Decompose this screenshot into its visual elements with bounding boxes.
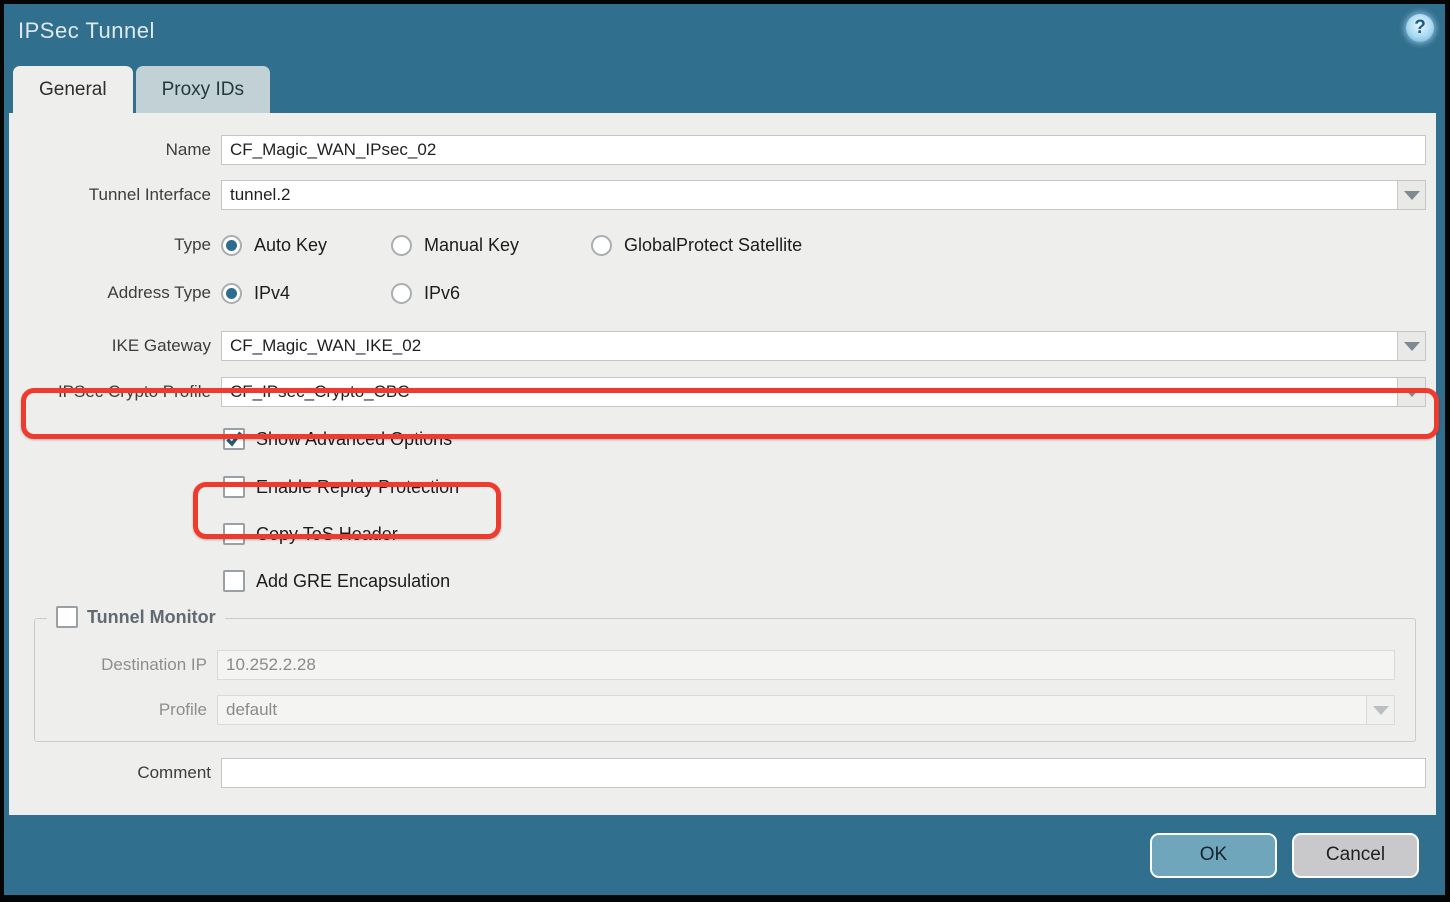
ipsec-crypto-profile-label: IPSec Crypto Profile xyxy=(9,382,211,402)
tunnel-monitor-label: Tunnel Monitor xyxy=(87,607,216,628)
name-row: Name xyxy=(9,135,1436,165)
add-gre-encapsulation-checkbox[interactable] xyxy=(223,570,245,592)
comment-row: Comment xyxy=(9,758,1436,788)
radio-auto-key[interactable]: Auto Key xyxy=(221,235,391,256)
show-advanced-options-checkbox[interactable] xyxy=(223,428,245,450)
checkbox-label: Add GRE Encapsulation xyxy=(256,571,450,592)
checkbox-label: Enable Replay Protection xyxy=(256,477,459,498)
radio-icon xyxy=(391,235,412,256)
chevron-down-icon xyxy=(1404,342,1420,351)
enable-replay-protection-checkbox[interactable] xyxy=(223,476,245,498)
tab-proxy-ids[interactable]: Proxy IDs xyxy=(136,66,270,113)
ike-gateway-dropdown-button[interactable] xyxy=(1397,331,1426,361)
type-label: Type xyxy=(9,235,211,255)
ike-gateway-input[interactable] xyxy=(221,331,1397,361)
profile-dropdown-button xyxy=(1366,695,1395,725)
radio-ipv6[interactable]: IPv6 xyxy=(391,283,460,304)
chevron-down-icon xyxy=(1404,191,1420,200)
radio-label: Manual Key xyxy=(424,235,519,256)
checkbox-label: Copy ToS Header xyxy=(256,524,398,545)
copy-tos-header-row[interactable]: Copy ToS Header xyxy=(9,522,1436,546)
dialog-footer: OK Cancel xyxy=(4,815,1445,895)
dialog-titlebar: IPSec Tunnel ? xyxy=(4,4,1445,66)
copy-tos-header-checkbox[interactable] xyxy=(223,523,245,545)
cancel-button[interactable]: Cancel xyxy=(1292,833,1419,878)
radio-icon xyxy=(591,235,612,256)
tunnel-interface-dropdown-button[interactable] xyxy=(1397,180,1426,210)
tunnel-interface-row: Tunnel Interface xyxy=(9,180,1436,210)
radio-label: GlobalProtect Satellite xyxy=(624,235,802,256)
address-type-radio-group: IPv4 IPv6 xyxy=(221,283,460,304)
ok-button[interactable]: OK xyxy=(1150,833,1277,878)
name-input[interactable] xyxy=(221,135,1426,165)
show-advanced-options-row[interactable]: Show Advanced Options xyxy=(9,427,1436,451)
address-type-label: Address Type xyxy=(9,283,211,303)
help-icon[interactable]: ? xyxy=(1406,14,1434,42)
general-tab-panel: Name Tunnel Interface Type xyxy=(9,113,1436,815)
ike-gateway-label: IKE Gateway xyxy=(9,336,211,356)
tunnel-interface-label: Tunnel Interface xyxy=(9,185,211,205)
ipsec-tunnel-dialog: IPSec Tunnel ? General Proxy IDs Name Tu… xyxy=(0,0,1450,902)
profile-label: Profile xyxy=(35,700,207,720)
radio-label: Auto Key xyxy=(254,235,327,256)
tunnel-monitor-fieldset: Tunnel Monitor Destination IP Profile xyxy=(34,618,1416,742)
radio-ipv4[interactable]: IPv4 xyxy=(221,283,391,304)
tunnel-monitor-checkbox[interactable] xyxy=(56,606,78,628)
profile-combo xyxy=(217,695,1395,725)
type-radio-group: Auto Key Manual Key GlobalProtect Satell… xyxy=(221,235,802,256)
radio-icon xyxy=(221,283,242,304)
ike-gateway-row: IKE Gateway xyxy=(9,331,1436,361)
comment-input[interactable] xyxy=(221,758,1426,788)
tunnel-interface-combo xyxy=(221,180,1426,210)
tunnel-monitor-legend[interactable]: Tunnel Monitor xyxy=(47,606,225,628)
ipsec-crypto-profile-input[interactable] xyxy=(221,377,1397,407)
chevron-down-icon xyxy=(1404,388,1420,397)
radio-icon xyxy=(221,235,242,256)
name-label: Name xyxy=(9,140,211,160)
tab-bar: General Proxy IDs xyxy=(13,66,270,113)
checkmark-icon xyxy=(225,430,243,448)
ipsec-crypto-profile-combo xyxy=(221,377,1426,407)
destination-ip-row: Destination IP xyxy=(35,650,1415,680)
radio-icon xyxy=(391,283,412,304)
tunnel-interface-input[interactable] xyxy=(221,180,1397,210)
radio-manual-key[interactable]: Manual Key xyxy=(391,235,591,256)
tab-general[interactable]: General xyxy=(13,66,133,113)
profile-row: Profile xyxy=(35,695,1415,725)
profile-input xyxy=(217,695,1366,725)
ipsec-form: Name Tunnel Interface Type xyxy=(9,135,1436,815)
enable-replay-protection-row[interactable]: Enable Replay Protection xyxy=(9,475,1436,499)
ipsec-crypto-profile-row: IPSec Crypto Profile xyxy=(9,377,1436,407)
destination-ip-label: Destination IP xyxy=(35,655,207,675)
radio-label: IPv6 xyxy=(424,283,460,304)
address-type-row: Address Type IPv4 IPv6 xyxy=(9,278,1436,308)
dialog-title: IPSec Tunnel xyxy=(18,18,155,44)
radio-globalprotect-satellite[interactable]: GlobalProtect Satellite xyxy=(591,235,802,256)
comment-label: Comment xyxy=(9,763,211,783)
destination-ip-input xyxy=(217,650,1395,680)
type-row: Type Auto Key Manual Key GlobalProtect S… xyxy=(9,230,1436,260)
checkbox-label: Show Advanced Options xyxy=(256,429,452,450)
radio-label: IPv4 xyxy=(254,283,290,304)
ipsec-crypto-profile-dropdown-button[interactable] xyxy=(1397,377,1426,407)
ike-gateway-combo xyxy=(221,331,1426,361)
chevron-down-icon xyxy=(1373,706,1389,715)
add-gre-encapsulation-row[interactable]: Add GRE Encapsulation xyxy=(9,569,1436,593)
